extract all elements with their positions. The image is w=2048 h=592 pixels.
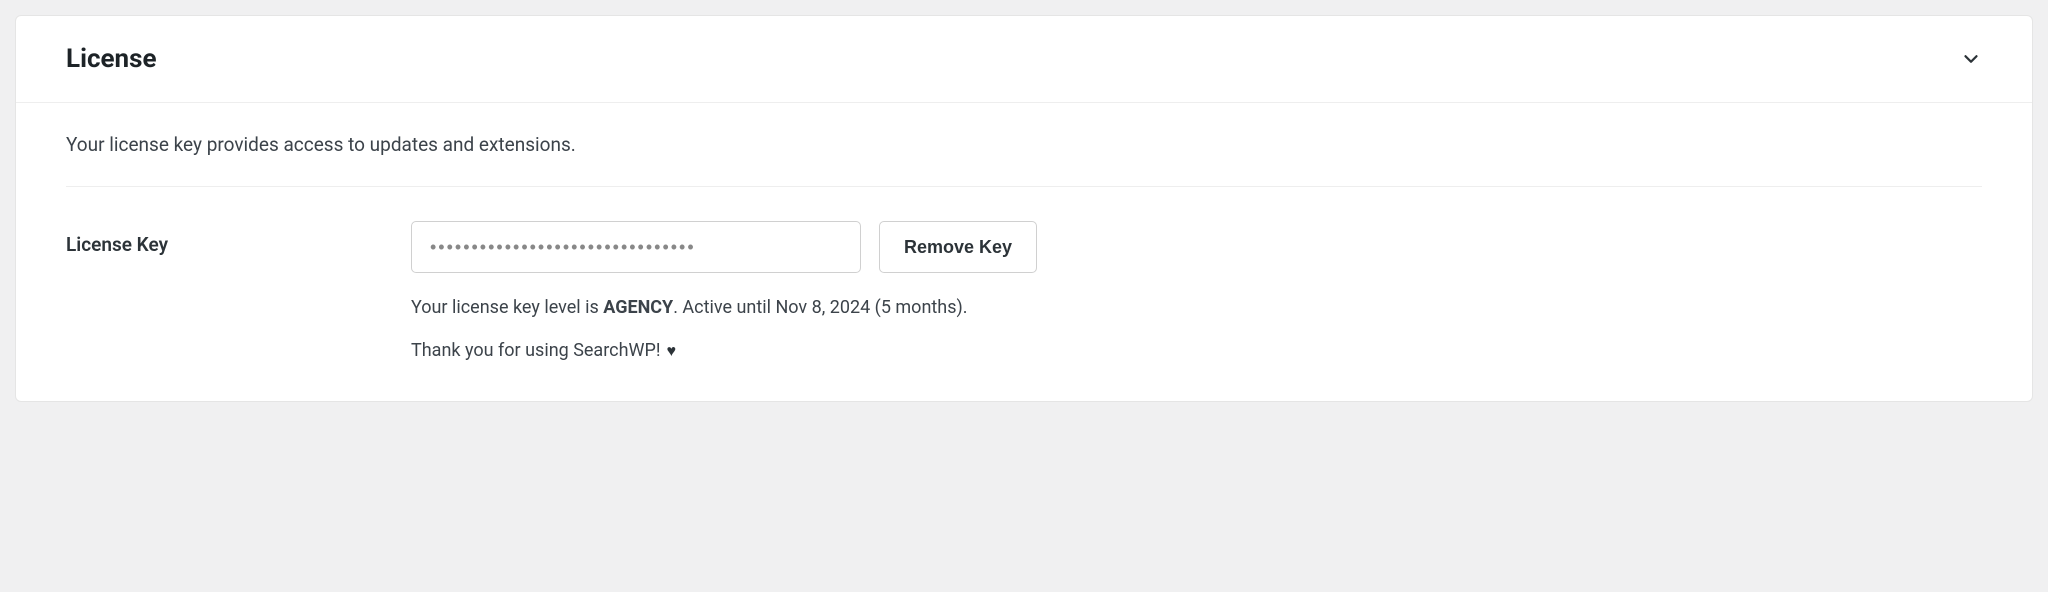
status-prefix: Your license key level is	[411, 297, 603, 318]
heart-icon: ♥	[666, 341, 676, 361]
license-key-content: Remove Key Your license key level is AGE…	[411, 221, 1982, 361]
chevron-down-icon	[1960, 48, 1982, 70]
status-suffix: . Active until Nov 8, 2024 (5 months).	[673, 297, 967, 318]
panel-title: License	[66, 44, 157, 74]
panel-description: Your license key provides access to upda…	[66, 133, 1982, 187]
remove-key-button[interactable]: Remove Key	[879, 221, 1037, 273]
license-status: Your license key level is AGENCY. Active…	[411, 297, 1982, 318]
thanks-text: Thank you for using SearchWP!	[411, 340, 660, 361]
panel-body: Your license key provides access to upda…	[16, 103, 2032, 401]
thanks-message: Thank you for using SearchWP! ♥	[411, 340, 1982, 361]
license-input-row: Remove Key	[411, 221, 1982, 273]
license-key-input[interactable]	[411, 221, 861, 273]
license-key-row: License Key Remove Key Your license key …	[66, 221, 1982, 361]
panel-header[interactable]: License	[16, 16, 2032, 103]
license-key-label: License Key	[66, 221, 411, 256]
license-panel: License Your license key provides access…	[15, 15, 2033, 402]
license-level: AGENCY	[603, 297, 673, 318]
